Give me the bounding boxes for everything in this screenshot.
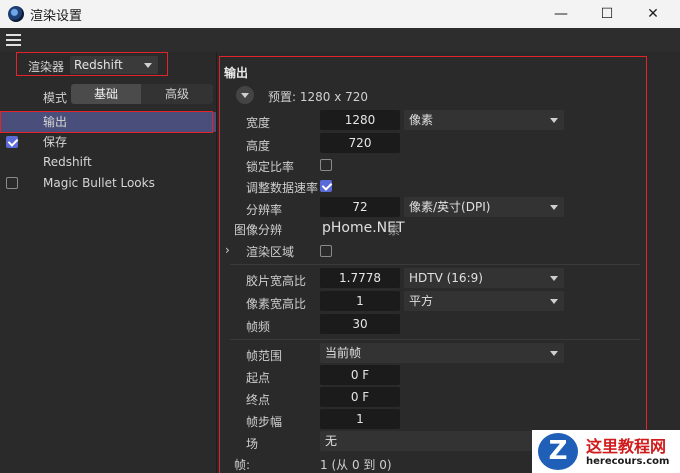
end-field[interactable]: 0 F (320, 387, 400, 407)
tab-advanced[interactable]: 高级 (141, 84, 213, 104)
cinema4d-app-icon (8, 6, 24, 22)
fps-label: 帧频 (246, 320, 271, 334)
chevron-down-icon (241, 93, 249, 98)
frame-range-label: 帧范围 (246, 349, 283, 363)
resolution-unit-value: 像素/英寸(DPI) (409, 200, 491, 214)
film-aspect-field[interactable]: 1.7778 (320, 268, 400, 288)
section-divider (230, 264, 640, 265)
render-region-checkbox[interactable] (320, 245, 332, 257)
resolution-unit-dropdown[interactable]: 像素/英寸(DPI) (404, 197, 564, 217)
frames-value: 1 (从 0 到 0) (320, 458, 392, 472)
step-field[interactable]: 1 (320, 409, 400, 429)
step-label: 帧步幅 (246, 415, 283, 429)
tree-item-save[interactable]: 保存 (0, 132, 216, 152)
width-field[interactable]: 1280 (320, 110, 400, 130)
chevron-down-icon (550, 118, 558, 123)
tree-item-label: Redshift (43, 155, 92, 169)
start-field[interactable]: 0 F (320, 365, 400, 385)
hamburger-menu-icon[interactable] (6, 34, 21, 46)
image-resolution-label: 图像分辨 (234, 223, 283, 237)
save-checkbox[interactable] (6, 136, 18, 148)
width-label: 宽度 (246, 116, 271, 130)
frame-range-value: 当前帧 (325, 346, 362, 360)
preset-toggle-button[interactable] (236, 86, 254, 104)
section-divider (230, 339, 640, 340)
height-label: 高度 (246, 139, 271, 153)
pixel-aspect-dropdown[interactable]: 平方 (404, 291, 564, 311)
chevron-down-icon (550, 351, 558, 356)
minimize-button[interactable]: — (538, 0, 584, 28)
resolution-field[interactable]: 72 (320, 197, 400, 217)
section-title: 输出 (224, 66, 249, 80)
tree-item-label: Magic Bullet Looks (43, 176, 155, 190)
film-aspect-label: 胶片宽高比 (246, 274, 307, 288)
output-highlight-frame (0, 111, 213, 133)
start-label: 起点 (246, 371, 271, 385)
film-aspect-dropdown[interactable]: HDTV (16:9) (404, 268, 564, 288)
renderer-dropdown[interactable]: Redshift (70, 56, 158, 74)
pixel-aspect-value: 平方 (409, 294, 434, 308)
pixel-aspect-field[interactable]: 1 (320, 291, 400, 311)
close-button[interactable]: ✕ (630, 0, 676, 28)
preset-label: 预置: 1280 x 720 (268, 90, 369, 104)
frames-label: 帧: (234, 458, 251, 472)
adjust-rate-checkbox[interactable] (320, 180, 332, 192)
maximize-button[interactable]: ☐ (584, 0, 630, 28)
end-label: 终点 (246, 393, 271, 407)
field-label: 场 (246, 437, 259, 451)
menu-bar (0, 28, 680, 52)
height-field[interactable]: 720 (320, 133, 400, 153)
tree-item-redshift[interactable]: Redshift (0, 152, 216, 172)
field-value: 无 (325, 434, 338, 448)
window-title: 渲染设置 (30, 9, 83, 24)
chevron-down-icon (550, 299, 558, 304)
logo-mark: Z (538, 433, 578, 470)
renderer-label: 渲染器 (28, 60, 65, 74)
adjust-rate-label: 调整数据速率 (246, 181, 319, 195)
chevron-down-icon (144, 63, 152, 68)
title-bar: 渲染设置 — ☐ ✕ (0, 0, 680, 28)
fps-field[interactable]: 30 (320, 314, 400, 334)
width-unit-value: 像素 (409, 113, 434, 127)
pixel-aspect-label: 像素宽高比 (246, 297, 307, 311)
logo-url: herecours.com (586, 456, 670, 467)
tree-item-label: 保存 (43, 135, 68, 149)
tree-item-magic-bullet-looks[interactable]: Magic Bullet Looks (0, 173, 216, 193)
render-region-label: 渲染区域 (246, 245, 295, 259)
image-resolution-suffix: 素 (388, 223, 401, 237)
film-aspect-value: HDTV (16:9) (409, 271, 483, 285)
magic-bullet-checkbox[interactable] (6, 177, 18, 189)
mode-label: 模式 (43, 91, 68, 105)
chevron-right-icon[interactable]: › (225, 243, 230, 257)
logo-title: 这里教程网 (586, 437, 667, 456)
chevron-down-icon (550, 276, 558, 281)
tab-basic[interactable]: 基础 (71, 84, 141, 104)
chevron-down-icon (550, 205, 558, 210)
field-dropdown[interactable]: 无 (320, 431, 564, 451)
site-logo: Z 这里教程网 herecours.com (532, 430, 680, 473)
resolution-label: 分辨率 (246, 203, 283, 217)
renderer-value: Redshift (74, 58, 123, 72)
width-unit-dropdown[interactable]: 像素 (404, 110, 564, 130)
frame-range-dropdown[interactable]: 当前帧 (320, 343, 564, 363)
lock-ratio-label: 锁定比率 (246, 160, 295, 174)
lock-ratio-checkbox[interactable] (320, 159, 332, 171)
